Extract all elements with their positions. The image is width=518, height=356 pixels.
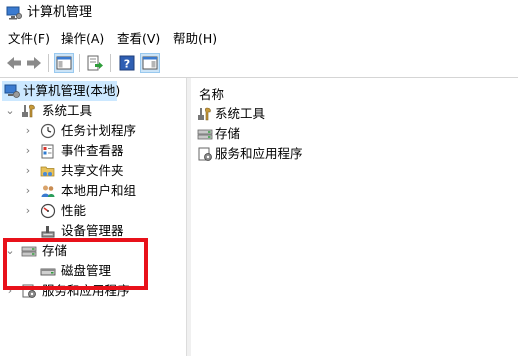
collapsed-chevron-icon[interactable]: › [23, 201, 33, 221]
list-item[interactable]: 存储 [197, 124, 397, 144]
toolbar: ? [0, 49, 518, 78]
collapsed-chevron-icon[interactable]: › [23, 141, 33, 161]
list-item[interactable]: 服务和应用程序 [197, 144, 397, 164]
clock-icon [40, 123, 56, 139]
users-icon [41, 185, 55, 197]
back-arrow-icon[interactable] [5, 54, 23, 72]
toolbar-separator [110, 54, 111, 72]
shared-folder-icon [40, 166, 55, 177]
toolbar-separator [48, 54, 49, 72]
forward-arrow-icon[interactable] [25, 54, 43, 72]
services-icon [198, 147, 212, 161]
toolbar-separator [79, 54, 80, 72]
menu-view[interactable]: 查看(V) [117, 31, 160, 46]
tree-item-label: 计算机管理(本地) [23, 83, 121, 98]
tree-item-local-users-groups[interactable]: › 本地用户和组 [0, 181, 186, 201]
menu-action[interactable]: 操作(A) [61, 31, 104, 46]
expanded-chevron-icon[interactable]: ⌄ [5, 101, 15, 121]
list-item-label: 存储 [215, 126, 241, 141]
tree-item-label: 系统工具 [42, 103, 93, 118]
menu-bar: 文件(F) 操作(A) 查看(V) 帮助(H) [0, 27, 518, 49]
collapsed-chevron-icon[interactable]: › [23, 121, 33, 141]
show-hide-console-tree-icon[interactable] [54, 53, 74, 73]
tree-item-system-tools[interactable]: ⌄ 系统工具 [0, 101, 186, 121]
event-viewer-icon [41, 144, 54, 159]
help-icon[interactable]: ? [118, 54, 136, 72]
performance-gauge-icon [40, 203, 56, 219]
tree-item-label: 本地用户和组 [61, 183, 137, 198]
menu-help[interactable]: 帮助(H) [173, 31, 217, 46]
tree-item-label: 共享文件夹 [61, 163, 124, 178]
tree-item-shared-folders[interactable]: › 共享文件夹 [0, 161, 186, 181]
title-bar: 计算机管理 [0, 0, 518, 27]
tree-item-label: 任务计划程序 [61, 123, 137, 138]
list-item[interactable]: 系统工具 [197, 104, 397, 124]
device-manager-icon [41, 226, 55, 238]
storage-icon [197, 129, 213, 140]
console-tree: 计算机管理(本地) ⌄ 系统工具 › 任务计划程序 › 事件查看器 › 共享文件… [0, 78, 186, 356]
highlight-annotation-box [3, 238, 148, 290]
column-header-name[interactable]: 名称 [199, 84, 224, 103]
tree-item-performance[interactable]: › 性能 [0, 201, 186, 221]
tree-item-event-viewer[interactable]: › 事件查看器 [0, 141, 186, 161]
menu-file[interactable]: 文件(F) [8, 31, 50, 46]
computer-management-icon [6, 6, 22, 20]
results-pane: 名称 系统工具 存储 服务和应用程序 [191, 78, 518, 356]
list-item-label: 服务和应用程序 [215, 146, 303, 161]
window-title: 计算机管理 [27, 5, 93, 20]
tree-item-label: 性能 [61, 203, 87, 218]
tree-item-label: 事件查看器 [61, 143, 124, 158]
export-list-icon[interactable] [86, 54, 104, 72]
computer-management-icon [4, 84, 20, 98]
svg-text:?: ? [124, 58, 130, 71]
tools-icon [198, 107, 211, 121]
tools-icon [22, 104, 35, 118]
tree-item-computer-management[interactable]: 计算机管理(本地) [2, 81, 121, 101]
tree-item-task-scheduler[interactable]: › 任务计划程序 [0, 121, 186, 141]
collapsed-chevron-icon[interactable]: › [23, 181, 33, 201]
show-hide-action-pane-icon[interactable] [140, 53, 160, 73]
collapsed-chevron-icon[interactable]: › [23, 161, 33, 181]
list-item-label: 系统工具 [215, 106, 266, 121]
